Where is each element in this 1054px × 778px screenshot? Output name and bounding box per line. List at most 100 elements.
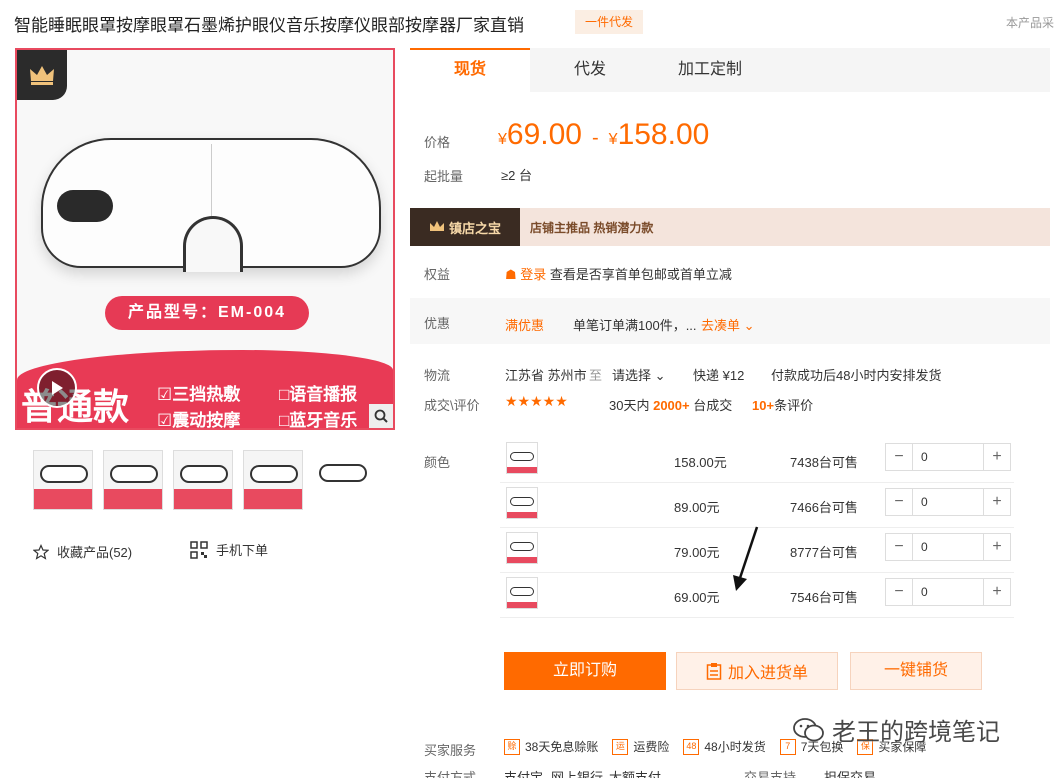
sku-stock: 7546台可售 xyxy=(790,590,858,605)
trade-value: 担保交易 xyxy=(824,770,877,778)
increment-button[interactable]: + xyxy=(984,534,1010,560)
model-label: 产品型号：EM-004 xyxy=(105,296,309,330)
sku-thumbnail[interactable] xyxy=(506,532,538,564)
favorite-label: 收藏产品(52) xyxy=(57,545,133,560)
sku-thumbnail[interactable] xyxy=(506,487,538,519)
thumbnail[interactable] xyxy=(313,450,373,510)
coupon-icon: ☗ xyxy=(505,267,517,282)
express-fee: 快递 ¥12 xyxy=(693,368,745,383)
crown-icon xyxy=(17,50,67,100)
sku-price: 89.00元 xyxy=(674,500,720,515)
quantity-input[interactable]: 0 xyxy=(912,444,984,470)
decrement-button[interactable]: − xyxy=(886,444,912,470)
sku-price: 69.00元 xyxy=(674,590,720,605)
color-label: 颜色 xyxy=(424,455,451,470)
zoom-icon[interactable] xyxy=(369,404,393,428)
fast-ship-icon: 48 xyxy=(683,738,700,755)
deals-count: 2000+ xyxy=(653,398,690,413)
feature-text: □语音播报 xyxy=(279,385,358,404)
reviews-label: 成交\评价 xyxy=(424,398,480,413)
service-item[interactable]: 赊 38天免息赊账 xyxy=(504,738,598,755)
shipping-insurance-icon: 运 xyxy=(612,738,629,755)
ship-to-select[interactable]: 请选择 ⌄ xyxy=(612,365,666,384)
ship-from: 江苏省 苏州市 xyxy=(505,368,587,383)
price-min: 69.00 xyxy=(506,118,582,151)
qr-code-icon xyxy=(190,540,208,559)
currency: ¥ xyxy=(498,131,507,148)
eye-mask-illustration xyxy=(41,138,381,272)
increment-button[interactable]: + xyxy=(984,444,1010,470)
add-to-cart-button[interactable]: 加入进货单 xyxy=(676,652,838,690)
treasure-text: 店铺主推品 热销潜力款 xyxy=(530,220,654,235)
purchase-tabs: 现货 代发 加工定制 xyxy=(410,48,1050,92)
payment-method: 支付宝 xyxy=(504,770,544,778)
service-item[interactable]: 运运费险 xyxy=(612,738,669,755)
increment-button[interactable]: + xyxy=(984,579,1010,605)
quantity-input[interactable]: 0 xyxy=(912,534,984,560)
mobile-order-label: 手机下单 xyxy=(216,543,269,558)
favorite-button[interactable]: 收藏产品(52) xyxy=(33,542,132,561)
tab-stock[interactable]: 现货 xyxy=(410,48,530,92)
rating-stars: ★★★★★ xyxy=(505,393,568,409)
logistics-label: 物流 xyxy=(424,368,451,383)
promo-label: 优惠 xyxy=(424,316,451,331)
quantity-stepper: − 0 + xyxy=(885,488,1011,516)
one-click-list-button[interactable]: 一键铺货 xyxy=(850,652,982,690)
watermark: 老王的跨境笔记 xyxy=(792,712,1000,747)
order-now-button[interactable]: 立即订购 xyxy=(504,652,666,690)
quantity-stepper: − 0 + xyxy=(885,533,1011,561)
benefits-row: ☗ 登录 查看是否享首单包邮或首单立减 xyxy=(505,264,732,283)
promo-text: 单笔订单满100件，... xyxy=(573,318,697,333)
thumbnail-strip xyxy=(33,450,373,510)
services-label: 买家服务 xyxy=(424,743,477,758)
thumbnail[interactable] xyxy=(33,450,93,510)
thumbnail[interactable] xyxy=(243,450,303,510)
decrement-button[interactable]: − xyxy=(886,534,912,560)
quantity-input[interactable]: 0 xyxy=(912,489,984,515)
ship-to-word: 至 xyxy=(589,368,603,383)
sku-stock: 7438台可售 xyxy=(790,455,858,470)
main-product-image[interactable]: 产品型号：EM-004 普通款 ☑三挡热敷 □语音播报 ☑震动按摩 □蓝牙音乐 xyxy=(15,48,395,430)
play-video-icon[interactable] xyxy=(37,368,77,408)
payment-method: 大额支付 xyxy=(609,770,662,778)
crown-icon xyxy=(429,221,444,231)
price-label: 价格 xyxy=(424,135,451,150)
service-item[interactable]: 48 48小时发货 xyxy=(683,738,766,755)
treasure-tag: 镇店之宝 xyxy=(410,208,520,246)
quantity-stepper: − 0 + xyxy=(885,578,1011,606)
product-title: 智能睡眠眼罩按摩眼罩石墨烯护眼仪音乐按摩仪眼部按摩器厂家直销 xyxy=(14,16,524,35)
dropship-badge[interactable]: 一件代发 xyxy=(575,10,643,34)
ship-time: 付款成功后48小时内安排发货 xyxy=(771,368,942,383)
treasure-banner: 镇店之宝 店铺主推品 热销潜力款 xyxy=(410,208,1050,246)
feature-text: □蓝牙音乐 xyxy=(279,411,358,430)
feature-text: ☑三挡热敷 xyxy=(157,385,241,404)
decrement-button[interactable]: − xyxy=(886,579,912,605)
feature-text: ☑震动按摩 xyxy=(157,411,241,430)
price-max: 158.00 xyxy=(617,118,710,151)
sku-stock: 8777台可售 xyxy=(790,545,858,560)
login-link[interactable]: 登录 xyxy=(520,267,546,282)
payment-label: 支付方式 xyxy=(424,770,477,778)
wechat-icon xyxy=(793,717,824,741)
trade-label: 交易支持 xyxy=(744,770,797,778)
sku-price: 79.00元 xyxy=(674,545,720,560)
thumbnail[interactable] xyxy=(103,450,163,510)
sku-stock: 7466台可售 xyxy=(790,500,858,515)
annotation-arrow xyxy=(733,526,759,591)
quantity-input[interactable]: 0 xyxy=(912,579,984,605)
mobile-order-button[interactable]: 手机下单 xyxy=(190,540,268,559)
corner-text: 本产品采 xyxy=(1005,16,1054,30)
sku-price: 158.00元 xyxy=(674,455,727,470)
tab-custom[interactable]: 加工定制 xyxy=(650,48,770,92)
tab-dropship[interactable]: 代发 xyxy=(530,48,650,92)
sku-row: 89.00元 7466台可售 − 0 + xyxy=(500,483,1014,528)
increment-button[interactable]: + xyxy=(984,489,1010,515)
decrement-button[interactable]: − xyxy=(886,489,912,515)
clipboard-icon xyxy=(706,663,722,680)
sku-thumbnail[interactable] xyxy=(506,577,538,609)
promo-link[interactable]: 去凑单 ⌄ xyxy=(701,315,755,334)
credit-icon: 赊 xyxy=(504,738,520,755)
thumbnail[interactable] xyxy=(173,450,233,510)
reviews-link[interactable]: 10+条评价 xyxy=(752,395,813,414)
sku-thumbnail[interactable] xyxy=(506,442,538,474)
